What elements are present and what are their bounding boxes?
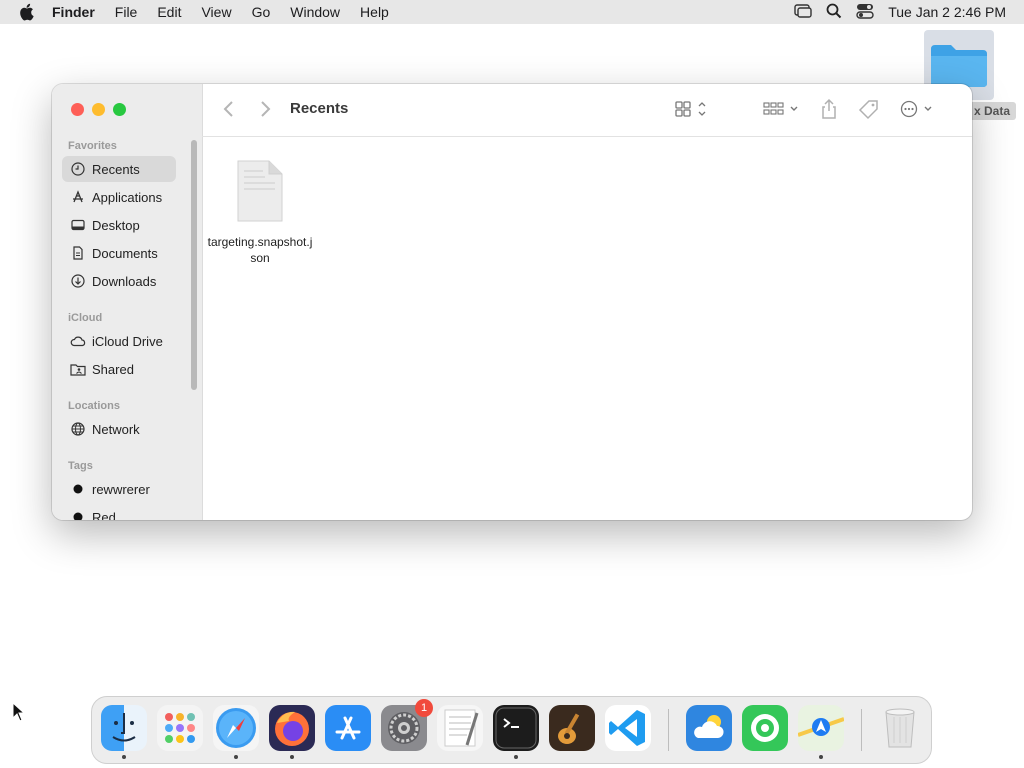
sidebar-section-locations: Locations (68, 400, 120, 412)
dock-separator (668, 709, 669, 751)
download-icon (70, 273, 86, 289)
menu-window[interactable]: Window (280, 0, 350, 24)
clock-icon (70, 161, 86, 177)
sidebar-item-label: Shared (92, 361, 134, 377)
sidebar-tag-rewwrerer[interactable]: rewwrerer (62, 476, 176, 502)
dock-system-settings-icon[interactable]: 1 (381, 699, 433, 751)
globe-icon (70, 421, 86, 437)
menu-view[interactable]: View (191, 0, 241, 24)
dock: 1 (91, 696, 932, 764)
sidebar-tag-red[interactable]: Red (62, 504, 176, 520)
notification-badge: 1 (415, 699, 433, 717)
dock-firefox-icon[interactable] (269, 705, 315, 751)
sidebar-item-label: rewwrerer (92, 481, 150, 497)
dock-app-store-icon[interactable] (325, 705, 371, 751)
sidebar-item-documents[interactable]: Documents (62, 240, 176, 266)
group-by-icon[interactable] (762, 100, 800, 118)
icon-view-toggle-icon[interactable] (674, 100, 710, 118)
running-indicator (819, 755, 823, 759)
window-title: Recents (290, 100, 349, 117)
json-file-icon (235, 160, 285, 227)
menu-go[interactable]: Go (242, 0, 281, 24)
dock-garageband-icon[interactable] (549, 705, 595, 751)
running-indicator (290, 755, 294, 759)
menubar-clock[interactable]: Tue Jan 2 2:46 PM (888, 4, 1006, 20)
shared-folder-icon (70, 361, 86, 377)
sidebar-item-label: Network (92, 421, 140, 437)
mouse-pointer-icon (12, 701, 26, 727)
sidebar-item-label: iCloud Drive (92, 333, 163, 349)
spotlight-search-icon[interactable] (826, 3, 842, 22)
finder-sidebar: Favorites Recents Applications Desktop D… (52, 84, 203, 520)
sidebar-section-icloud: iCloud (68, 312, 103, 324)
menu-edit[interactable]: Edit (147, 0, 191, 24)
sidebar-item-label: Red (92, 509, 116, 521)
sidebar-item-applications[interactable]: Applications (62, 184, 176, 210)
desktop-icon (70, 217, 86, 233)
tag-icon[interactable] (858, 99, 880, 121)
tag-color-dot-icon (70, 509, 86, 520)
dock-maps-icon[interactable] (797, 705, 845, 751)
sidebar-item-network[interactable]: Network (62, 416, 176, 442)
menu-file[interactable]: File (105, 0, 148, 24)
sidebar-item-label: Documents (92, 245, 158, 261)
finder-toolbar: Recents (202, 84, 972, 137)
dock-terminal-icon[interactable] (493, 705, 539, 751)
sidebar-section-tags: Tags (68, 460, 93, 472)
dock-safari-icon[interactable] (213, 705, 259, 751)
control-center-icon[interactable] (856, 3, 874, 22)
dock-finder-icon[interactable] (101, 705, 147, 751)
dock-separator (861, 709, 862, 751)
running-indicator (122, 755, 126, 759)
sidebar-item-desktop[interactable]: Desktop (62, 212, 176, 238)
sidebar-section-favorites: Favorites (68, 140, 117, 152)
file-name: targeting.snapshot.json (207, 235, 313, 265)
sidebar-scrollbar[interactable] (191, 140, 197, 390)
dock-weather-icon[interactable] (686, 705, 732, 751)
sidebar-item-icloud-drive[interactable]: iCloud Drive (62, 328, 176, 354)
sidebar-item-recents[interactable]: Recents (62, 156, 176, 182)
sidebar-item-shared[interactable]: Shared (62, 356, 176, 382)
running-indicator (234, 755, 238, 759)
app-menu-finder[interactable]: Finder (52, 0, 105, 24)
running-indicator (514, 755, 518, 759)
window-controls (71, 103, 126, 116)
document-icon (70, 245, 86, 261)
forward-button[interactable] (258, 100, 272, 118)
minimize-button[interactable] (92, 103, 105, 116)
sidebar-item-label: Downloads (92, 273, 157, 289)
sidebar-item-label: Applications (92, 189, 163, 205)
dock-launchpad-icon[interactable] (157, 705, 203, 751)
dock-find-my-icon[interactable] (742, 705, 788, 751)
dock-textedit-icon[interactable] (437, 705, 483, 751)
dock-trash-icon[interactable] (877, 705, 923, 751)
back-button[interactable] (222, 100, 236, 118)
tag-color-dot-icon (70, 481, 86, 497)
sidebar-item-downloads[interactable]: Downloads (62, 268, 176, 294)
finder-window: Favorites Recents Applications Desktop D… (52, 84, 972, 520)
desktop-folder-label: x Data (968, 102, 1016, 120)
dock-vscode-icon[interactable] (605, 705, 651, 751)
cloud-icon (70, 333, 86, 349)
file-item[interactable]: targeting.snapshot.json (206, 159, 314, 266)
applications-icon (70, 189, 86, 205)
menu-bar: Finder File Edit View Go Window Help Tue… (0, 0, 1024, 24)
close-button[interactable] (71, 103, 84, 116)
screen-mirroring-icon[interactable] (794, 3, 812, 21)
sidebar-item-label: Desktop (92, 217, 140, 233)
file-browser-area: targeting.snapshot.json (202, 137, 972, 520)
share-icon[interactable] (820, 98, 838, 120)
zoom-button[interactable] (113, 103, 126, 116)
more-actions-icon[interactable] (900, 100, 936, 118)
sidebar-item-label: Recents (92, 161, 140, 177)
apple-menu-icon[interactable] (0, 3, 52, 21)
menu-help[interactable]: Help (350, 0, 399, 24)
